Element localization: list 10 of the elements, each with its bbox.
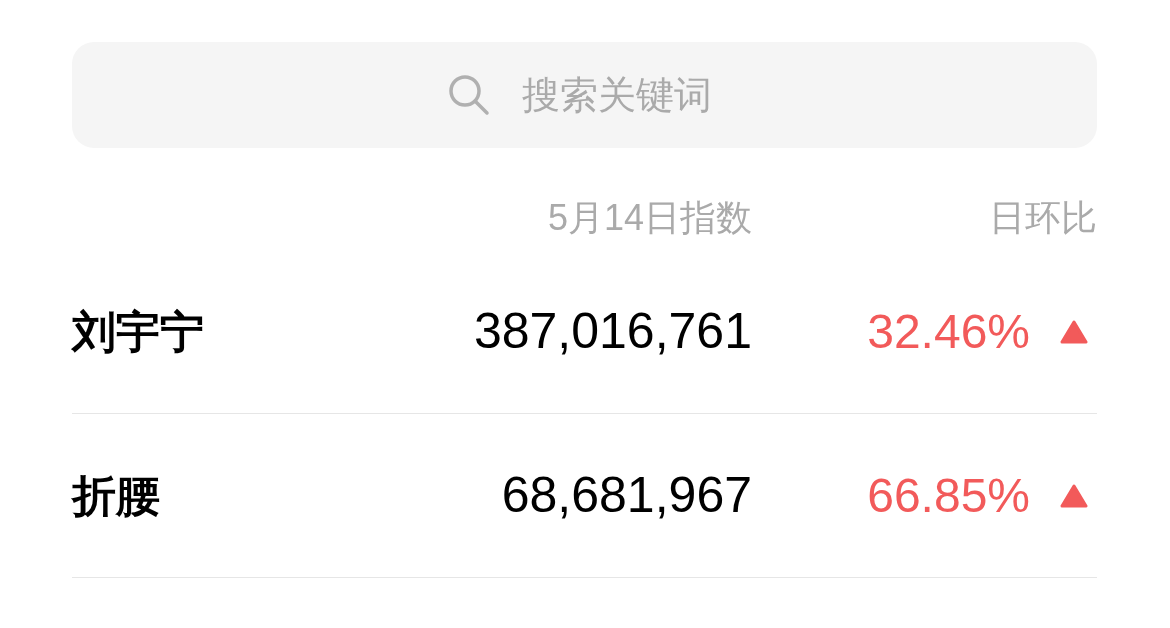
change-value: 66.85%	[867, 467, 1030, 524]
column-header: 5月14日指数	[546, 198, 752, 240]
index-value: 68,681,967	[501, 466, 752, 525]
column-header: 日环比	[988, 198, 1097, 240]
search-field[interactable]: 搜索关键词	[72, 42, 1097, 148]
change-value: 32.46%	[867, 303, 1030, 360]
name-cell-text: 折腰	[72, 469, 161, 522]
index-value: 387,016,761	[473, 302, 752, 361]
search-icon	[448, 74, 490, 116]
name-cell-text: 刘宇宁	[72, 305, 205, 358]
